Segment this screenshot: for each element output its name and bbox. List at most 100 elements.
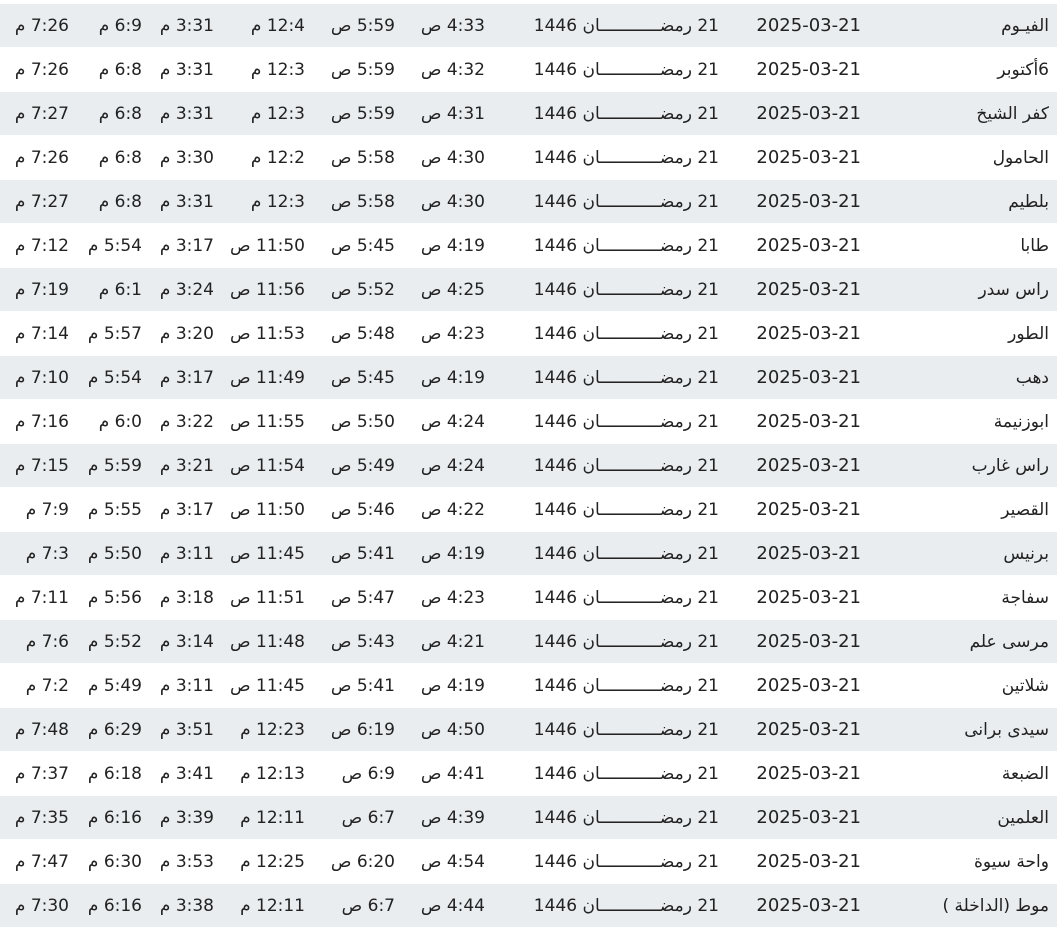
- asr-time-cell: 3:39 م: [159, 808, 214, 828]
- prayer-times-table: الفيـوم 2025-03-21 21 رمضــــــــــــان 14…: [0, 4, 1057, 928]
- hijri-date-cell: 21 رمضــــــــــــان 1446: [533, 544, 719, 564]
- maghrib-time-cell: 6:0 م: [98, 412, 142, 432]
- dhuhr-time-cell: 12:11 م: [240, 808, 305, 828]
- sunrise-time-cell: 6:7 ص: [341, 808, 395, 828]
- asr-time-cell: 3:11 م: [159, 676, 214, 696]
- maghrib-time-cell: 5:52 م: [87, 632, 142, 652]
- city-cell: الفيـوم: [1001, 16, 1049, 36]
- dhuhr-time-cell: 11:45 ص: [230, 676, 305, 696]
- fajr-time-cell: 4:19 ص: [420, 676, 485, 696]
- asr-time-cell: 3:20 م: [159, 324, 214, 344]
- sunrise-time-cell: 5:59 ص: [330, 60, 395, 80]
- maghrib-time-cell: 5:56 م: [87, 588, 142, 608]
- date-cell: 2025-03-21: [756, 15, 861, 36]
- city-cell: دهب: [1015, 368, 1049, 388]
- city-cell: 6أكتوبر: [997, 60, 1049, 80]
- table-row: سيدى برانى 2025-03-21 21 رمضــــــــــــان…: [0, 708, 1057, 752]
- city-cell: الطور: [1008, 324, 1049, 344]
- maghrib-time-cell: 6:8 م: [98, 192, 142, 212]
- dhuhr-time-cell: 11:50 ص: [230, 236, 305, 256]
- date-cell: 2025-03-21: [756, 807, 861, 828]
- date-cell: 2025-03-21: [756, 675, 861, 696]
- isha-time-cell: 7:12 م: [14, 236, 69, 256]
- table-row: مرسى علم 2025-03-21 21 رمضــــــــــــان 1…: [0, 620, 1057, 664]
- maghrib-time-cell: 5:50 م: [87, 544, 142, 564]
- fajr-time-cell: 4:25 ص: [420, 280, 485, 300]
- asr-time-cell: 3:22 م: [159, 412, 214, 432]
- maghrib-time-cell: 5:57 م: [87, 324, 142, 344]
- isha-time-cell: 7:37 م: [14, 764, 69, 784]
- table-row: راس سدر 2025-03-21 21 رمضــــــــــــان 14…: [0, 268, 1057, 312]
- dhuhr-time-cell: 11:50 ص: [230, 500, 305, 520]
- dhuhr-time-cell: 11:53 ص: [230, 324, 305, 344]
- date-cell: 2025-03-21: [756, 455, 861, 476]
- maghrib-time-cell: 6:18 م: [87, 764, 142, 784]
- table-row: 6أكتوبر 2025-03-21 21 رمضــــــــــــان 14…: [0, 48, 1057, 92]
- isha-time-cell: 7:30 م: [14, 896, 69, 916]
- fajr-time-cell: 4:19 ص: [420, 236, 485, 256]
- dhuhr-time-cell: 12:3 م: [250, 60, 305, 80]
- table-row: شلاتين 2025-03-21 21 رمضــــــــــــان 144…: [0, 664, 1057, 708]
- city-cell: شلاتين: [1001, 676, 1049, 696]
- asr-time-cell: 3:14 م: [159, 632, 214, 652]
- dhuhr-time-cell: 11:51 ص: [230, 588, 305, 608]
- hijri-date-cell: 21 رمضــــــــــــان 1446: [533, 236, 719, 256]
- fajr-time-cell: 4:39 ص: [420, 808, 485, 828]
- maghrib-time-cell: 6:29 م: [87, 720, 142, 740]
- asr-time-cell: 3:31 م: [159, 16, 214, 36]
- date-cell: 2025-03-21: [756, 147, 861, 168]
- isha-time-cell: 7:3 م: [25, 544, 69, 564]
- date-cell: 2025-03-21: [756, 279, 861, 300]
- date-cell: 2025-03-21: [756, 631, 861, 652]
- table-row: كفر الشيخ 2025-03-21 21 رمضــــــــــــان …: [0, 92, 1057, 136]
- hijri-date-cell: 21 رمضــــــــــــان 1446: [533, 324, 719, 344]
- sunrise-time-cell: 5:41 ص: [330, 676, 395, 696]
- city-cell: ابوزنيمة: [993, 412, 1049, 432]
- table-row: القصير 2025-03-21 21 رمضــــــــــــان 144…: [0, 488, 1057, 532]
- dhuhr-time-cell: 11:56 ص: [230, 280, 305, 300]
- maghrib-time-cell: 6:16 م: [87, 808, 142, 828]
- isha-time-cell: 7:19 م: [14, 280, 69, 300]
- date-cell: 2025-03-21: [756, 587, 861, 608]
- table-row: الضبعة 2025-03-21 21 رمضــــــــــــان 144…: [0, 752, 1057, 796]
- asr-time-cell: 3:18 م: [159, 588, 214, 608]
- fajr-time-cell: 4:24 ص: [420, 412, 485, 432]
- table-row: موط (الداخلة ) 2025-03-21 21 رمضــــــــــ…: [0, 884, 1057, 928]
- isha-time-cell: 7:26 م: [14, 148, 69, 168]
- hijri-date-cell: 21 رمضــــــــــــان 1446: [533, 192, 719, 212]
- isha-time-cell: 7:16 م: [14, 412, 69, 432]
- fajr-time-cell: 4:50 ص: [420, 720, 485, 740]
- isha-time-cell: 7:26 م: [14, 60, 69, 80]
- table-row: الطور 2025-03-21 21 رمضــــــــــــان 1446…: [0, 312, 1057, 356]
- fajr-time-cell: 4:19 ص: [420, 368, 485, 388]
- isha-time-cell: 7:14 م: [14, 324, 69, 344]
- city-cell: الحامول: [992, 148, 1049, 168]
- fajr-time-cell: 4:44 ص: [420, 896, 485, 916]
- dhuhr-time-cell: 12:25 م: [240, 852, 305, 872]
- date-cell: 2025-03-21: [756, 499, 861, 520]
- hijri-date-cell: 21 رمضــــــــــــان 1446: [533, 852, 719, 872]
- sunrise-time-cell: 5:48 ص: [330, 324, 395, 344]
- asr-time-cell: 3:17 م: [159, 368, 214, 388]
- asr-time-cell: 3:31 م: [159, 104, 214, 124]
- dhuhr-time-cell: 11:54 ص: [230, 456, 305, 476]
- sunrise-time-cell: 5:58 ص: [330, 192, 395, 212]
- asr-time-cell: 3:31 م: [159, 60, 214, 80]
- city-cell: القصير: [1001, 500, 1049, 520]
- dhuhr-time-cell: 11:55 ص: [230, 412, 305, 432]
- isha-time-cell: 7:2 م: [25, 676, 69, 696]
- city-cell: سفاجة: [1001, 588, 1049, 608]
- fajr-time-cell: 4:23 ص: [420, 588, 485, 608]
- asr-time-cell: 3:30 م: [159, 148, 214, 168]
- fajr-time-cell: 4:54 ص: [420, 852, 485, 872]
- sunrise-time-cell: 5:50 ص: [330, 412, 395, 432]
- maghrib-time-cell: 6:8 م: [98, 104, 142, 124]
- fajr-time-cell: 4:22 ص: [420, 500, 485, 520]
- sunrise-time-cell: 5:59 ص: [330, 16, 395, 36]
- fajr-time-cell: 4:21 ص: [420, 632, 485, 652]
- city-cell: بلطيم: [1008, 192, 1049, 212]
- maghrib-time-cell: 6:30 م: [87, 852, 142, 872]
- hijri-date-cell: 21 رمضــــــــــــان 1446: [533, 412, 719, 432]
- fajr-time-cell: 4:41 ص: [420, 764, 485, 784]
- hijri-date-cell: 21 رمضــــــــــــان 1446: [533, 500, 719, 520]
